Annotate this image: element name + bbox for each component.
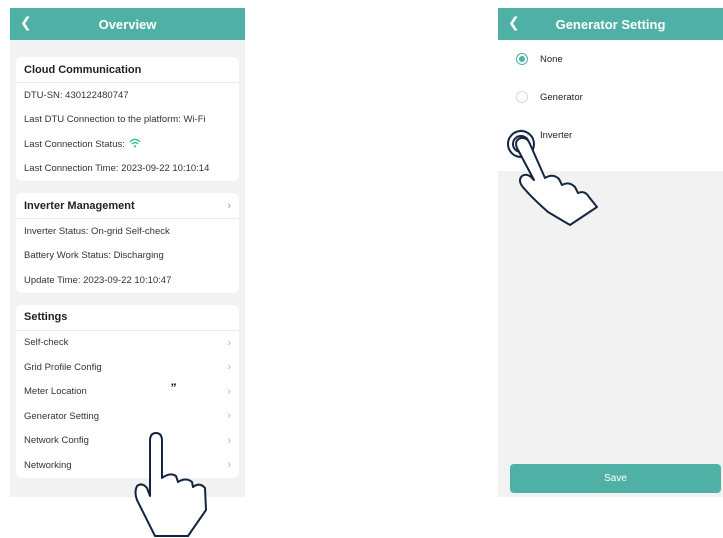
chevron-right-icon: › (227, 199, 231, 212)
chevron-right-icon: › (227, 336, 231, 349)
settings-title: Settings (16, 305, 239, 331)
generator-header: ❮ Generator Setting (498, 8, 723, 40)
settings-item-network-config[interactable]: Network Config › (16, 429, 239, 454)
settings-item-generator-setting[interactable]: Generator Setting › (16, 404, 239, 429)
option-none[interactable]: None (498, 40, 723, 78)
chevron-right-icon: › (227, 459, 231, 472)
dtu-sn-row: DTU-SN: 430122480747 (24, 89, 129, 101)
overview-screen: ❮ Overview Cloud Communication DTU-SN: 4… (10, 8, 245, 497)
chevron-left-icon[interactable]: ❮ (508, 14, 520, 31)
settings-item-meter-location[interactable]: Meter Location › (16, 380, 239, 405)
save-button[interactable]: Save (510, 464, 721, 493)
last-connection-status-row: Last Connection Status: (16, 132, 239, 157)
cloud-communication-title: Cloud Communication (16, 57, 239, 83)
battery-status-row: Battery Work Status: Discharging (24, 250, 164, 262)
tap-mark-icon: ” (170, 381, 176, 395)
option-inverter[interactable]: Inverter (498, 116, 723, 154)
settings-item-self-check[interactable]: Self-check › (16, 331, 239, 356)
radio-checked-icon[interactable] (516, 53, 528, 65)
radio-unchecked-icon[interactable] (516, 129, 528, 141)
chevron-right-icon: › (227, 361, 231, 374)
last-dtu-connection-row: Last DTU Connection to the platform: Wi-… (24, 114, 206, 126)
settings-item-networking[interactable]: Networking › (16, 453, 239, 478)
settings-item-grid-profile-config[interactable]: Grid Profile Config › (16, 355, 239, 380)
update-time-row: Update Time: 2023-09-22 10:10:47 (24, 274, 172, 286)
radio-unchecked-icon[interactable] (516, 91, 528, 103)
chevron-right-icon: › (227, 434, 231, 447)
chevron-right-icon: › (227, 410, 231, 423)
inverter-management-card[interactable]: Inverter Management › Inverter Status: O… (16, 193, 239, 293)
inverter-status-row: Inverter Status: On-grid Self-check (24, 225, 170, 237)
chevron-right-icon: › (227, 385, 231, 398)
last-connection-time-row: Last Connection Time: 2023-09-22 10:10:1… (24, 163, 210, 175)
generator-setting-screen: ❮ Generator Setting None Generator Inver… (498, 8, 723, 497)
option-generator[interactable]: Generator (498, 78, 723, 116)
inverter-management-title[interactable]: Inverter Management › (16, 193, 239, 219)
settings-card: Settings Self-check › Grid Profile Config… (16, 304, 239, 478)
chevron-left-icon[interactable]: ❮ (20, 14, 32, 31)
page-title: Overview (98, 16, 157, 32)
generator-options-list: None Generator Inverter (498, 40, 723, 171)
wifi-icon (129, 138, 141, 151)
cloud-communication-card: Cloud Communication DTU-SN: 430122480747… (16, 57, 239, 181)
page-title: Generator Setting (555, 16, 666, 32)
overview-header: ❮ Overview (10, 8, 245, 40)
